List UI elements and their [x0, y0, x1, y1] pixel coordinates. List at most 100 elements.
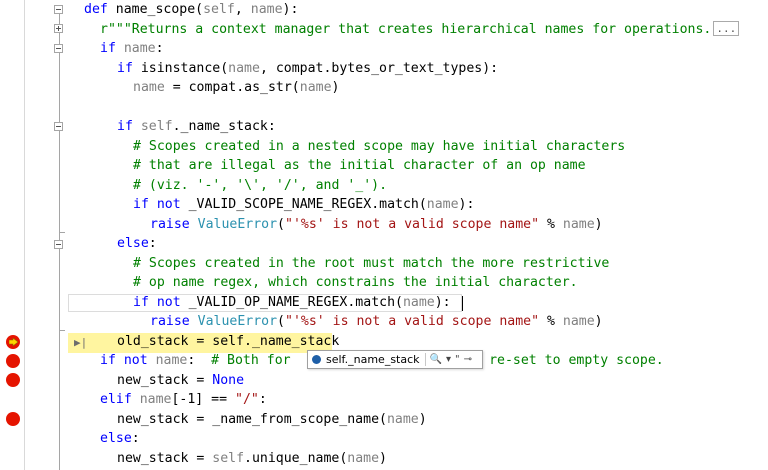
breakpoint-gutter[interactable] — [0, 0, 26, 470]
code-token: ) — [594, 216, 603, 232]
code-token: % — [539, 314, 563, 329]
code-line[interactable]: def name_scope(self, name): — [84, 0, 298, 20]
code-token: name_scope( — [115, 2, 204, 17]
code-line[interactable]: if name: — [100, 39, 164, 59]
code-line[interactable]: new_stack = _name_from_scope_name(name) — [117, 410, 427, 430]
code-token: ValueError — [197, 314, 278, 329]
code-token: self — [212, 450, 245, 466]
code-token: : — [131, 431, 140, 446]
code-token: name — [133, 80, 165, 95]
datatip-popup[interactable]: self._name_stack 🔍 ▾ " ⊸ — [307, 350, 483, 369]
code-line[interactable]: if not _VALID_OP_NAME_REGEX.match(name): — [133, 293, 451, 313]
code-token: # Both for — [211, 353, 299, 368]
code-token: if — [100, 41, 124, 56]
collapsed-docstring-button[interactable]: ... — [713, 20, 740, 36]
collapse-function-toggle[interactable] — [54, 5, 63, 14]
code-token: name — [299, 80, 332, 95]
code-line[interactable]: r"""Returns a context manager that creat… — [100, 20, 740, 40]
code-token: new_stack = — [117, 450, 213, 466]
code-token: # Scopes created in a nested scope may h… — [133, 138, 626, 154]
code-token: ): — [458, 197, 475, 212]
code-token: name — [228, 60, 260, 76]
magnifier-icon[interactable]: 🔍 — [430, 354, 442, 365]
code-token: raise — [150, 216, 198, 232]
code-token: ._name_stack: — [172, 119, 276, 134]
code-line[interactable]: else: — [117, 234, 157, 254]
code-token: # op name regex, which constrains the in… — [133, 275, 578, 290]
code-editor[interactable]: def name_scope(self, name): r"""Returns a… — [84, 0, 768, 470]
code-token: "'%s' is not a valid scope name" — [285, 216, 540, 232]
code-token: ( — [277, 216, 285, 232]
gutter-separator — [24, 0, 25, 470]
code-token: name — [139, 392, 172, 407]
code-line[interactable]: new_stack = None — [117, 371, 244, 391]
code-token: if — [117, 119, 141, 134]
collapse-else-toggle[interactable] — [54, 240, 63, 249]
breakpoint-icon[interactable] — [6, 353, 20, 368]
outline-block-end — [59, 232, 65, 233]
datatip-separator — [424, 353, 426, 366]
code-token: ) — [331, 80, 340, 95]
outline-block-end — [59, 330, 65, 331]
code-token: ) — [418, 411, 427, 427]
code-line[interactable]: if not _VALID_SCOPE_NAME_REGEX.match(nam… — [133, 195, 474, 215]
code-line[interactable]: # Scopes created in a nested scope may h… — [133, 137, 625, 157]
code-token: self — [140, 119, 173, 134]
expand-docstring-toggle[interactable] — [54, 24, 63, 33]
code-token: # that are illegal as the initial charac… — [133, 158, 586, 173]
breakpoint-icon[interactable] — [6, 412, 20, 426]
code-token: : — [187, 353, 212, 368]
code-token: [-1] == — [171, 392, 235, 407]
code-token: if not — [100, 353, 156, 368]
code-token: "'%s' is not a valid scope name" — [285, 314, 540, 329]
quote-icon[interactable]: " — [455, 354, 460, 365]
code-line[interactable]: raise ValueError("'%s' is not a valid sc… — [150, 215, 603, 235]
visualizer-dropdown-icon[interactable]: ▾ — [446, 354, 451, 365]
code-token: we re-set to empty scope. — [465, 353, 664, 368]
code-token: name — [562, 216, 595, 232]
code-token: % — [539, 216, 563, 232]
code-token: # (viz. '-', '\', '/', and '_'). — [133, 177, 388, 193]
code-token: ): — [434, 294, 451, 310]
code-token: name — [155, 353, 188, 368]
code-line[interactable]: elif name[-1] == "/": — [100, 390, 267, 410]
code-token: new_stack = — [117, 372, 213, 388]
code-token: self — [203, 2, 235, 17]
code-line[interactable]: else: — [100, 429, 140, 449]
code-line[interactable]: if self._name_stack: — [117, 117, 276, 137]
datatip-expression[interactable]: self._name_stack — [326, 353, 420, 366]
code-token: , — [234, 2, 251, 17]
code-token: old_stack = self._name_stack — [117, 333, 340, 349]
code-line[interactable]: name = compat.as_str(name) — [133, 78, 339, 98]
code-token: : — [258, 392, 267, 407]
code-token: "/" — [235, 392, 259, 407]
collapse-if-toggle[interactable] — [54, 44, 63, 53]
breakpoint-icon[interactable] — [6, 373, 20, 387]
code-line[interactable]: # op name regex, which constrains the in… — [133, 273, 578, 293]
code-token: elif — [100, 392, 140, 407]
code-token: name — [426, 197, 459, 212]
code-token: new_stack = _name_from_scope_name( — [117, 411, 387, 427]
code-token: , compat.bytes_or_text_types): — [259, 60, 499, 76]
code-token: None — [212, 372, 245, 388]
code-line[interactable]: new_stack = self.unique_name(name) — [117, 449, 387, 469]
code-line[interactable]: raise ValueError("'%s' is not a valid sc… — [150, 312, 603, 332]
outlining-margin — [50, 0, 70, 470]
collapse-if-toggle[interactable] — [54, 122, 63, 131]
code-token: name — [402, 294, 435, 310]
code-line[interactable]: # Scopes created in the root must match … — [133, 254, 609, 274]
text-caret — [462, 296, 463, 311]
code-line[interactable]: # that are illegal as the initial charac… — [133, 156, 586, 176]
code-token: _VALID_SCOPE_NAME_REGEX.match( — [188, 197, 427, 212]
code-line[interactable]: # (viz. '-', '\', '/', and '_'). — [133, 176, 387, 196]
code-line[interactable]: old_stack = self._name_stack — [117, 332, 339, 352]
code-token: isinstance( — [140, 60, 229, 76]
current-statement-arrow-icon — [9, 338, 18, 346]
code-line[interactable]: if isinstance(name, compat.bytes_or_text… — [117, 59, 498, 79]
pin-icon[interactable]: ⊸ — [464, 354, 472, 365]
code-token: else — [117, 236, 149, 251]
code-token: ValueError — [197, 216, 278, 232]
code-token: if — [117, 60, 141, 76]
code-token: name — [250, 2, 283, 17]
code-token: = compat.as_str( — [164, 80, 300, 95]
